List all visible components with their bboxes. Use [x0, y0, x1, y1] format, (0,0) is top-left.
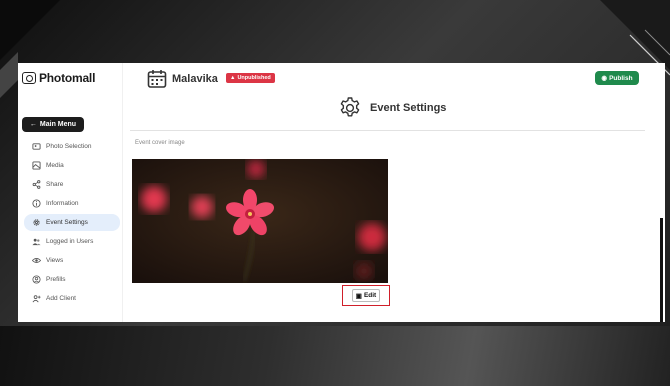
edit-button-highlight: ▣ Edit	[342, 285, 390, 306]
publish-label: Publish	[609, 74, 633, 82]
sidebar-item-label: Photo Selection	[46, 143, 92, 150]
sidebar-item-label: Prefills	[46, 276, 66, 283]
photo-selection-icon	[32, 142, 41, 151]
sidebar-item-label: Share	[46, 181, 64, 188]
warning-icon: ▲	[230, 75, 236, 81]
page-title-wrap: Event Settings	[338, 96, 446, 120]
sidebar-item-label: Views	[46, 257, 64, 264]
calendar-icon	[147, 70, 167, 88]
edit-cover-button[interactable]: ▣ Edit	[351, 289, 381, 302]
publish-button[interactable]: ◉ Publish	[595, 71, 639, 85]
arrow-left-icon: ←	[29, 121, 37, 128]
share-icon	[32, 180, 41, 189]
sidebar-item-label: Media	[46, 162, 64, 169]
sidebar-item-event-settings[interactable]: Event Settings	[24, 214, 120, 231]
user-circle-icon	[32, 275, 41, 284]
gear-icon	[340, 97, 360, 117]
sidebar-item-share[interactable]: Share	[24, 176, 120, 193]
users-icon	[32, 237, 41, 246]
main-menu-button[interactable]: ← Main Menu	[22, 117, 84, 132]
sidebar-item-label: Logged in Users	[46, 238, 94, 245]
sidebar-item-logged-in-users[interactable]: Logged in Users	[24, 233, 120, 250]
sidebar-divider	[122, 63, 123, 322]
sidebar-item-views[interactable]: Views	[24, 252, 120, 269]
media-icon	[32, 161, 41, 170]
sidebar-item-photo-selection[interactable]: Photo Selection	[24, 138, 120, 155]
sidebar-item-media[interactable]: Media	[24, 157, 120, 174]
sidebar-item-label: Information	[46, 200, 79, 207]
background-bottom	[0, 326, 670, 386]
sidebar-item-add-client[interactable]: Add Client	[24, 290, 120, 307]
sidebar-item-label: Event Settings	[46, 219, 88, 226]
event-name: Malavika	[172, 73, 218, 85]
status-badge-label: Unpublished	[237, 75, 271, 81]
app-window: Photomall ← Main Menu Photo Selection Me…	[18, 63, 665, 322]
scrollbar[interactable]	[660, 218, 663, 322]
status-badge: ▲ Unpublished	[226, 73, 275, 83]
gear-icon	[32, 218, 41, 227]
sidebar-item-prefills[interactable]: Prefills	[24, 271, 120, 288]
main-menu-label: Main Menu	[39, 121, 77, 128]
cover-image-label: Event cover image	[135, 140, 185, 146]
cover-image	[132, 159, 388, 283]
eye-icon	[32, 256, 41, 265]
sidebar: Photomall ← Main Menu Photo Selection Me…	[18, 63, 122, 322]
sidebar-item-label: Add Client	[46, 295, 76, 302]
header-divider	[130, 130, 645, 131]
add-client-icon	[32, 294, 41, 303]
eye-icon: ◉	[601, 75, 608, 82]
camera-icon: ▣	[355, 292, 362, 300]
brand: Photomall	[22, 71, 95, 85]
flower-photo	[132, 159, 388, 283]
edit-label: Edit	[363, 292, 377, 299]
camera-logo-icon	[22, 72, 36, 84]
event-header: Malavika ▲ Unpublished ◉ Publish Event S…	[130, 63, 665, 123]
page-title: Event Settings	[370, 102, 447, 114]
info-icon	[32, 199, 41, 208]
sidebar-nav: Photo Selection Media Share Information	[24, 138, 120, 309]
brand-name: Photomall	[39, 71, 96, 85]
sidebar-item-information[interactable]: Information	[24, 195, 120, 212]
